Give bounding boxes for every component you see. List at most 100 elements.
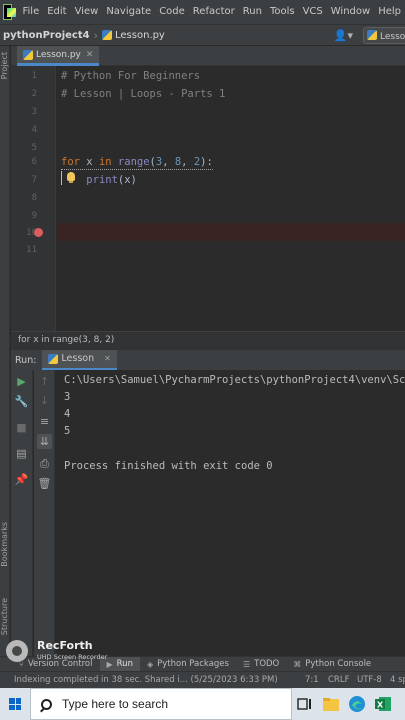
pycharm-window: File Edit View Navigate Code Refactor Ru… (0, 0, 405, 720)
navigation-bar: pythonProject4 › Lesson.py 👤▾ Lesso (0, 24, 405, 46)
line-number: 6 (31, 157, 37, 167)
menu-file[interactable]: File (18, 0, 43, 24)
code-line-7: print(x) (61, 171, 137, 189)
line-number: 7 (31, 175, 37, 185)
task-view-icon[interactable] (292, 688, 318, 720)
pycharm-logo-icon[interactable] (3, 4, 17, 20)
menu-help[interactable]: Help (374, 0, 405, 24)
menu-refactor[interactable]: Refactor (189, 0, 239, 24)
start-button[interactable] (0, 688, 30, 720)
code-paren: ): (200, 156, 213, 168)
python-file-icon (23, 49, 33, 60)
edge-browser-icon[interactable] (344, 688, 370, 720)
keyword-in: in (98, 156, 112, 168)
console-line: 4 (64, 408, 71, 420)
code-editor[interactable]: 1 2 3 4 5 6 7 8 9 10 11 # Python For Beg… (11, 66, 405, 331)
menu-window[interactable]: Window (327, 0, 374, 24)
arrow-down-icon[interactable]: ↓ (37, 393, 52, 408)
console-line: C:\Users\Samuel\PycharmProjects\pythonPr… (64, 374, 405, 386)
line-number: 3 (31, 107, 37, 117)
code-breadcrumb[interactable]: for x in range(3, 8, 2) (11, 331, 405, 349)
watermark-title: RecForth (37, 639, 93, 652)
tab-python-console[interactable]: ⌘ Python Console (286, 659, 378, 669)
excel-icon[interactable]: X (370, 688, 396, 720)
tab-label: Python Packages (157, 659, 229, 669)
search-icon (41, 698, 52, 710)
line-number: 4 (31, 125, 37, 135)
file-explorer-icon[interactable] (318, 688, 344, 720)
python-file-icon (367, 30, 377, 40)
editor-tab-bar: Lesson.py ✕ (11, 46, 405, 66)
console-line: 3 (64, 391, 71, 403)
line-number-gutter[interactable]: 1 2 3 4 5 6 7 8 9 10 11 (11, 66, 56, 331)
search-placeholder: Type here to search (62, 697, 169, 711)
close-icon[interactable]: ✕ (86, 50, 94, 60)
rerun-icon[interactable]: ▶ (14, 374, 29, 389)
tab-todo[interactable]: ☰ TODO (236, 659, 286, 669)
breakpoint-line-highlight (57, 223, 405, 241)
trash-icon[interactable]: 🗑 (37, 476, 52, 491)
menu-tools[interactable]: Tools (266, 0, 299, 24)
menu-navigate[interactable]: Navigate (102, 0, 155, 24)
code-line-2: # Lesson | Loops - Parts 1 (61, 88, 226, 100)
line-number: 9 (31, 211, 37, 221)
tab-label: TODO (254, 659, 280, 669)
recorder-logo-icon (6, 640, 28, 662)
line-number: 1 (31, 71, 37, 81)
menu-vcs[interactable]: VCS (299, 0, 327, 24)
breadcrumb-project[interactable]: pythonProject4 (0, 30, 90, 41)
user-icon[interactable]: 👤▾ (334, 29, 353, 42)
bookmarks-tool-button[interactable]: Bookmarks (0, 522, 10, 567)
menu-run[interactable]: Run (239, 0, 266, 24)
run-configuration-label: Lesso (380, 32, 405, 42)
console-line: Process finished with exit code 0 (64, 460, 273, 472)
code-var: x (79, 156, 99, 168)
structure-tool-button[interactable]: Structure (0, 598, 10, 635)
windows-logo-icon (9, 698, 21, 710)
tab-run-lesson[interactable]: Lesson ✕ (42, 349, 117, 371)
line-separator[interactable]: CRLF (328, 675, 349, 685)
layout-icon[interactable]: ▤ (14, 446, 29, 461)
pin-icon[interactable]: 📌 (14, 472, 29, 487)
python-file-icon (101, 30, 112, 40)
close-icon[interactable]: ✕ (104, 354, 111, 363)
python-file-icon (48, 353, 59, 364)
indent-setting[interactable]: 4 sp (390, 675, 405, 685)
recorder-watermark: RecForth UHD Screen Recorder (6, 636, 126, 666)
status-message[interactable]: Indexing completed in 38 sec. Shared i..… (0, 675, 278, 685)
tab-lesson-py[interactable]: Lesson.py ✕ (17, 46, 100, 66)
run-toolbar-secondary: ↑ ↓ ≡ ⇊ ⎙ 🗑 (34, 370, 55, 656)
file-encoding[interactable]: UTF-8 (357, 675, 382, 685)
tab-label: Python Console (305, 659, 372, 669)
caret-position[interactable]: 7:1 (305, 675, 319, 685)
arrow-up-icon[interactable]: ↑ (37, 374, 52, 389)
menu-view[interactable]: View (71, 0, 103, 24)
windows-taskbar: Type here to search X (0, 688, 405, 720)
breakpoint-icon[interactable] (34, 228, 43, 237)
line-number: 11 (26, 245, 37, 255)
highlight-underline (61, 169, 213, 170)
menu-edit[interactable]: Edit (43, 0, 70, 24)
menu-code[interactable]: Code (155, 0, 189, 24)
code-comma: , (162, 156, 175, 168)
svg-text:X: X (377, 701, 384, 710)
keyword-for: for (61, 156, 80, 168)
stop-icon[interactable]: ■ (14, 420, 29, 435)
code-args: (x) (117, 174, 137, 186)
run-tool-window-header: Run: Lesson ✕ (11, 349, 405, 371)
scroll-to-end-icon[interactable]: ⇊ (37, 434, 52, 449)
run-console[interactable]: C:\Users\Samuel\PycharmProjects\pythonPr… (55, 370, 405, 656)
chevron-right-icon: › (93, 28, 98, 42)
tab-python-packages[interactable]: ◈ Python Packages (140, 659, 236, 669)
run-configuration-select[interactable]: Lesso (363, 27, 405, 44)
list-icon: ☰ (242, 659, 251, 669)
soft-wrap-icon[interactable]: ≡ (37, 414, 52, 429)
breadcrumb-file[interactable]: Lesson.py (115, 30, 165, 41)
taskbar-search[interactable]: Type here to search (30, 688, 292, 720)
menu-bar: File Edit View Navigate Code Refactor Ru… (0, 0, 405, 24)
project-tool-button[interactable]: Project (0, 52, 10, 79)
line-number: 8 (31, 193, 37, 203)
wrench-icon[interactable]: 🔧 (14, 394, 29, 409)
print-icon[interactable]: ⎙ (37, 456, 52, 471)
